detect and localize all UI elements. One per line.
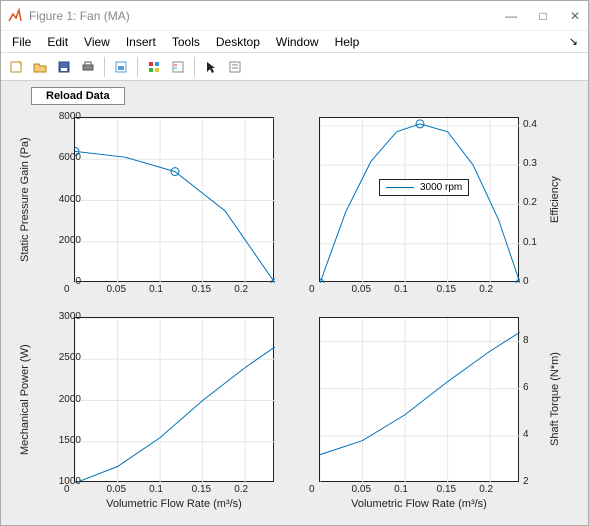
ytick: 6000 [59,152,81,163]
print-icon[interactable] [77,56,99,78]
window-title: Figure 1: Fan (MA) [29,9,504,23]
xtick: 0 [64,284,70,295]
ytick: 6 [523,382,529,393]
ytick: 2000 [59,235,81,246]
plot-grid: 00.050.10.150.202000400060008000Static P… [9,107,580,517]
axes-0[interactable] [74,117,274,282]
new-figure-icon[interactable] [5,56,27,78]
menu-dropdown-icon[interactable]: ↘ [569,35,584,48]
xtick: 0 [309,284,315,295]
ytick: 0 [75,276,81,287]
xtick: 0.15 [437,484,456,495]
menu-view[interactable]: View [77,33,117,51]
ytick: 1000 [59,476,81,487]
inspector-icon[interactable] [224,56,246,78]
ytick: 4000 [59,194,81,205]
menu-tools[interactable]: Tools [165,33,207,51]
ylabel: Mechanical Power (W) [19,317,31,482]
ytick: 3000 [59,311,81,322]
ytick: 0.3 [523,158,537,169]
xtick: 0.2 [234,484,248,495]
minimize-button[interactable]: — [504,9,518,23]
ytick: 2500 [59,352,81,363]
open-icon[interactable] [29,56,51,78]
close-button[interactable]: ✕ [568,9,582,23]
data-cursor-icon[interactable] [110,56,132,78]
xlabel: Volumetric Flow Rate (m³/s) [74,498,274,510]
xlabel: Volumetric Flow Rate (m³/s) [319,498,519,510]
ylabel: Shaft Torque (N*m) [549,317,561,482]
color-icon[interactable] [143,56,165,78]
ylabel: Static Pressure Gain (Pa) [19,117,31,282]
menubar: File Edit View Insert Tools Desktop Wind… [1,31,588,53]
xtick: 0.1 [394,484,408,495]
ytick: 0.4 [523,119,537,130]
xtick: 0.05 [107,484,126,495]
menu-insert[interactable]: Insert [119,33,163,51]
axes-2[interactable] [74,317,274,482]
maximize-button[interactable]: □ [536,9,550,23]
axes-3[interactable] [319,317,519,482]
menu-file[interactable]: File [5,33,38,51]
ytick: 0.1 [523,237,537,248]
pointer-icon[interactable] [200,56,222,78]
figure-content: Reload Data 00.050.10.150.20200040006000… [1,81,588,525]
xtick: 0.1 [149,484,163,495]
xtick: 0 [309,484,315,495]
xtick: 0.2 [479,484,493,495]
save-icon[interactable] [53,56,75,78]
matlab-icon [7,8,23,24]
xtick: 0.15 [192,484,211,495]
menu-desktop[interactable]: Desktop [209,33,267,51]
legend-swatch [386,187,414,188]
titlebar: Figure 1: Fan (MA) — □ ✕ [1,1,588,31]
ytick: 1500 [59,435,81,446]
xtick: 0.2 [479,284,493,295]
ytick: 2000 [59,394,81,405]
ylabel: Efficiency [549,117,561,282]
xtick: 0.1 [149,284,163,295]
legend-label: 3000 rpm [420,182,462,193]
xtick: 0.15 [437,284,456,295]
legend[interactable]: 3000 rpm [379,179,469,196]
ytick: 0 [523,276,529,287]
axes-1[interactable] [319,117,519,282]
ytick: 2 [523,476,529,487]
menu-help[interactable]: Help [328,33,367,51]
xtick: 0.2 [234,284,248,295]
reload-data-button[interactable]: Reload Data [31,87,125,105]
ytick: 8000 [59,111,81,122]
xtick: 0.05 [352,284,371,295]
menu-window[interactable]: Window [269,33,326,51]
xtick: 0.1 [394,284,408,295]
ytick: 4 [523,429,529,440]
legend-icon[interactable] [167,56,189,78]
xtick: 0.05 [107,284,126,295]
menu-edit[interactable]: Edit [40,33,75,51]
toolbar [1,53,588,81]
ytick: 8 [523,335,529,346]
xtick: 0.05 [352,484,371,495]
ytick: 0.2 [523,197,537,208]
xtick: 0.15 [192,284,211,295]
